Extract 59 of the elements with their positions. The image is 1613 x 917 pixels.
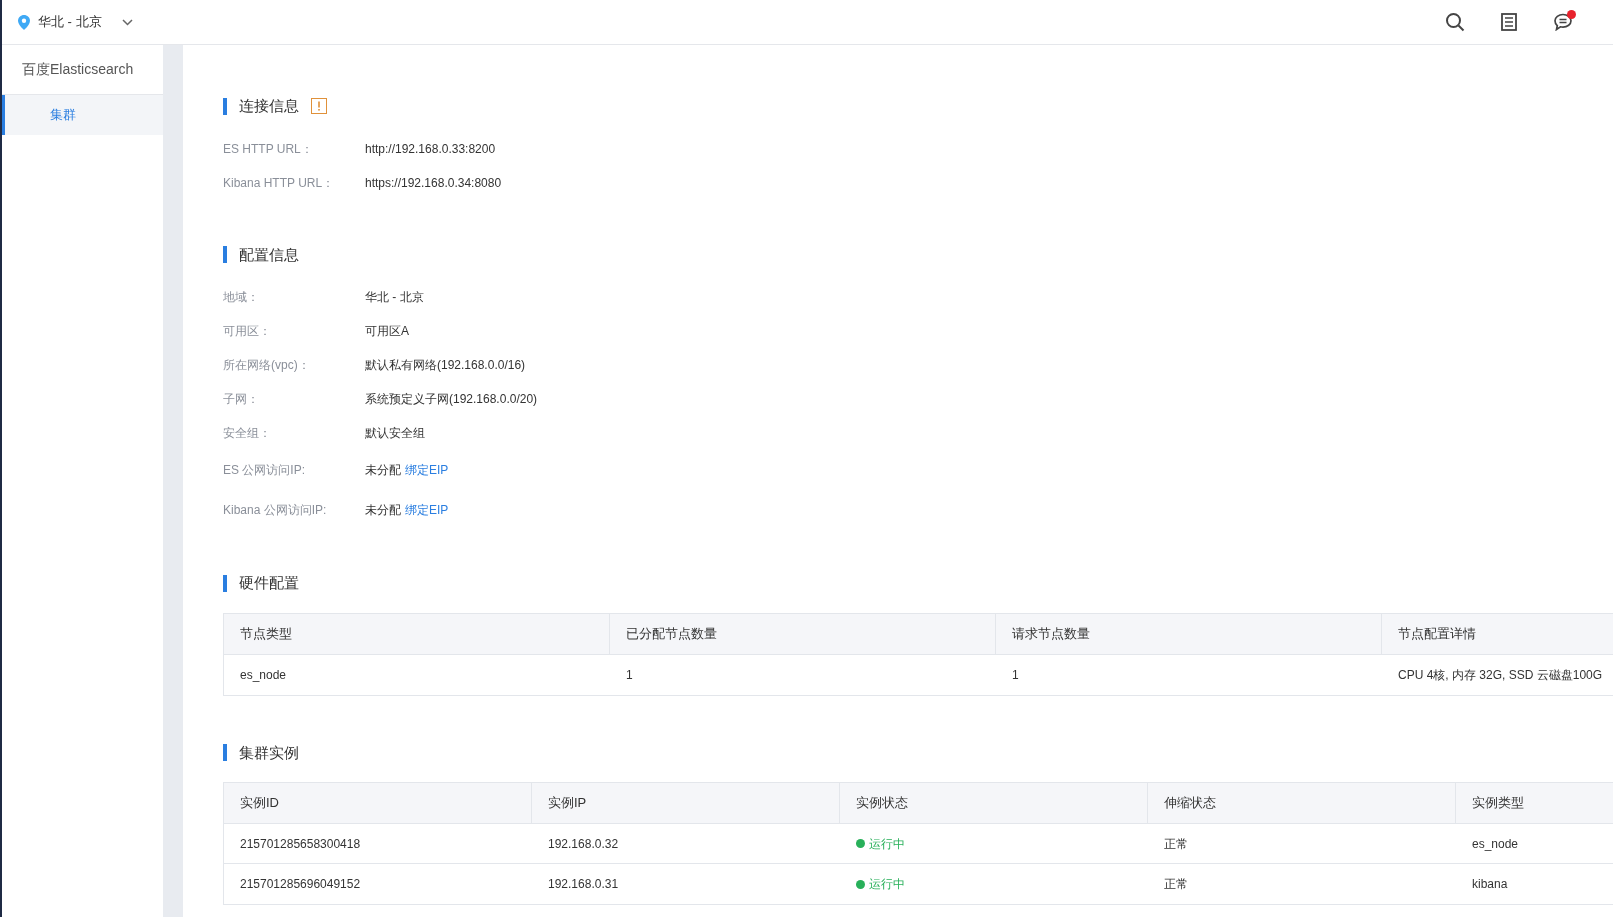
section-title: 硬件配置	[239, 573, 299, 593]
column-header: 实例类型	[1471, 794, 1525, 813]
column-header: 实例IP	[532, 783, 840, 823]
location-pin-icon	[18, 14, 30, 30]
field-label: ES HTTP URL：	[223, 140, 314, 158]
column-header: 节点配置详情	[1397, 624, 1477, 643]
field-label: 可用区：	[223, 323, 272, 340]
table-cell-text: kibana	[1471, 876, 1509, 893]
message-icon[interactable]	[1553, 13, 1573, 31]
field-label: 所在网络(vpc)：	[223, 357, 311, 374]
field-label: ES 公网访问IP:	[223, 462, 306, 479]
column-header: 实例状态	[840, 783, 1148, 823]
section-marker	[223, 97, 227, 115]
table-cell-text: 正常	[1163, 835, 1189, 853]
column-header: 伸缩状态	[1148, 783, 1456, 823]
chevron-down-icon	[121, 18, 133, 26]
column-header: 已分配节点数量	[610, 613, 996, 654]
table-cell-text: CPU 4核, 内存 32G, SSD 云磁盘100G	[1397, 666, 1604, 684]
table-cell-text: es_node	[1471, 835, 1520, 853]
table-cell-text: 192.168.0.31	[547, 876, 620, 893]
column-header: 请求节点数量	[996, 613, 1382, 654]
section-title: 连接信息	[239, 96, 299, 116]
field-value: 默认安全组	[365, 425, 425, 442]
column-header: 节点类型	[224, 613, 610, 654]
table-cell-text: 215701285658300418	[239, 835, 362, 853]
section-marker	[223, 246, 227, 264]
table-cell-text: es_node	[239, 666, 288, 684]
alert-icon[interactable]	[311, 98, 327, 115]
field-label: 地域：	[223, 289, 260, 306]
document-list-icon[interactable]	[1501, 13, 1517, 31]
table-cell-text: 正常	[1163, 876, 1189, 893]
field-label: 安全组：	[223, 425, 272, 442]
field-label: Kibana 公网访问IP:	[223, 502, 328, 519]
field-value: 华北 - 北京	[365, 289, 424, 306]
section-marker	[223, 744, 227, 762]
field-value: 系统预定义子网(192.168.0.0/20)	[365, 391, 538, 408]
field-value: 可用区A	[365, 323, 409, 340]
field-value: http://192.168.0.33:8200	[365, 140, 496, 158]
status-text: 运行中	[869, 835, 905, 853]
field-value: 未分配	[365, 462, 401, 479]
field-value: https://192.168.0.34:8080	[365, 174, 502, 192]
table-cell-text: 192.168.0.32	[547, 835, 620, 853]
search-icon[interactable]	[1445, 12, 1465, 32]
field-label: 子网：	[223, 391, 260, 408]
section-marker	[223, 574, 227, 592]
bind-eip-link[interactable]: 绑定EIP	[405, 501, 449, 519]
field-value: 未分配	[365, 502, 401, 519]
sidebar-item[interactable]: 集群	[2, 95, 163, 135]
section-title: 集群实例	[239, 742, 299, 763]
table-cell-text: 1	[625, 666, 634, 684]
table-cell-text: 215701285696049152	[239, 876, 362, 893]
section-title: 配置信息	[239, 244, 299, 265]
region-selector[interactable]: 华北 - 北京	[18, 12, 133, 32]
table-cell-text: 1	[1011, 666, 1020, 684]
field-label: Kibana HTTP URL：	[223, 174, 336, 192]
bind-eip-link[interactable]: 绑定EIP	[405, 461, 449, 479]
column-header: 实例ID	[224, 783, 532, 823]
status-text: 运行中	[869, 876, 905, 893]
field-value: 默认私有网络(192.168.0.0/16)	[365, 357, 526, 374]
